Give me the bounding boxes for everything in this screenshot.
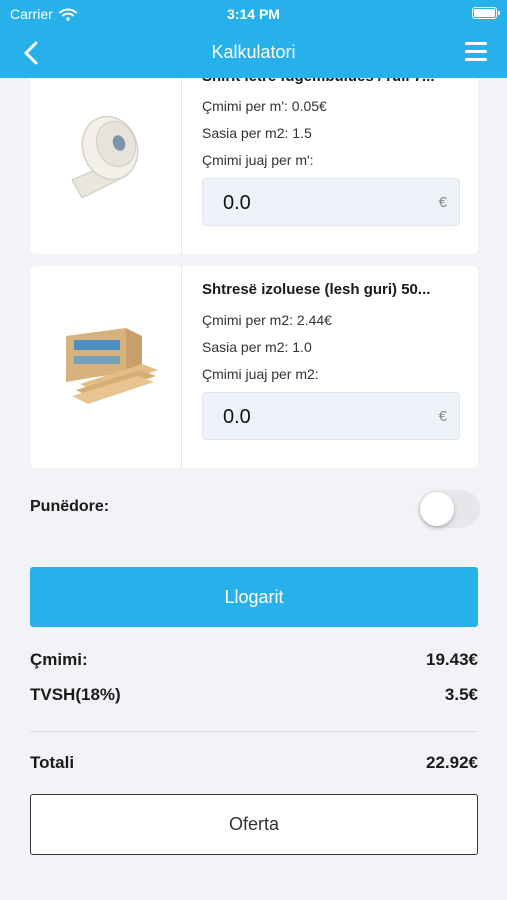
price-value: 19.43€: [426, 650, 478, 669]
navigation-bar: Kalkulatori: [0, 28, 507, 78]
price-input-value[interactable]: 0.0: [223, 192, 251, 215]
battery-icon: [472, 7, 500, 19]
price-row: Çmimi: 19.43€: [30, 650, 478, 670]
total-row: Totali 22.92€: [30, 753, 478, 773]
offer-button[interactable]: Oferta: [30, 794, 478, 855]
product-price: Çmimi per m2: 2.44€: [202, 312, 332, 328]
your-price-label: Çmimi juaj per m':: [202, 152, 314, 168]
product-image-insulation: [30, 266, 182, 468]
price-input[interactable]: 0.0 €: [202, 392, 460, 440]
product-price: Çmimi per m': 0.05€: [202, 98, 327, 114]
summary-divider: [30, 731, 478, 732]
labor-label: Punëdore:: [30, 498, 110, 515]
product-name: Shtresë izoluese (lesh guri) 50...: [202, 281, 431, 298]
euro-currency-icon: €: [438, 194, 447, 211]
vat-value: 3.5€: [444, 685, 478, 704]
product-image-tape: [30, 52, 182, 254]
your-price-label: Çmimi juaj per m2:: [202, 366, 319, 382]
product-card: Shtresë izoluese (lesh guri) 50... Çmimi…: [30, 266, 478, 468]
tape-roll-icon: [71, 115, 139, 199]
labor-toggle[interactable]: [418, 490, 480, 528]
total-label: Totali: [30, 753, 75, 772]
price-input-value[interactable]: 0.0: [223, 406, 251, 429]
hamburger-menu-icon[interactable]: [465, 42, 487, 61]
insulation-boards-icon: [66, 328, 158, 404]
total-value: 22.92€: [426, 753, 478, 772]
vat-label: TVSH(18%): [30, 685, 121, 704]
calculate-button[interactable]: Llogarit: [30, 567, 478, 627]
euro-currency-icon: €: [438, 408, 447, 425]
status-time: 3:14 PM: [227, 6, 280, 22]
product-card: Shirit letre fugembulues / rull 7... Çmi…: [30, 52, 478, 254]
price-label: Çmimi:: [30, 650, 88, 669]
page-title: Kalkulatori: [211, 42, 296, 62]
product-quantity: Sasia per m2: 1.5: [202, 125, 312, 141]
product-quantity: Sasia per m2: 1.0: [202, 339, 312, 355]
toggle-knob[interactable]: [420, 492, 454, 526]
status-bar: Carrier 3:14 PM: [0, 0, 507, 28]
price-input[interactable]: 0.0 €: [202, 178, 460, 226]
vat-row: TVSH(18%) 3.5€: [30, 685, 478, 705]
